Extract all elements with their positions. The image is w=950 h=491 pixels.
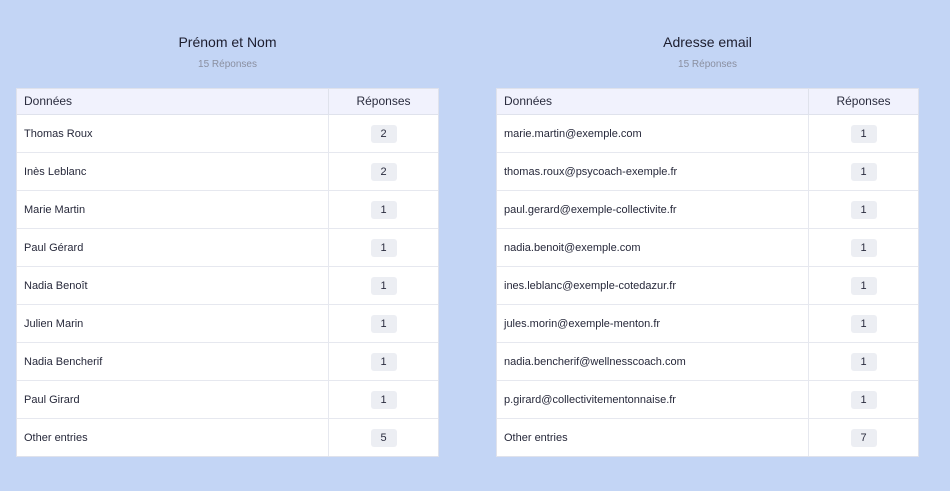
row-label: Paul Gérard (17, 229, 329, 266)
count-badge: 2 (370, 162, 397, 181)
row-count-cell: 1 (329, 229, 438, 266)
response-count: 15 Réponses (678, 59, 737, 70)
row-count-cell: 7 (809, 419, 918, 456)
row-count-cell: 1 (809, 305, 918, 342)
table-header: Données Réponses (497, 89, 918, 115)
count-badge: 1 (370, 276, 397, 295)
row-label: Nadia Bencherif (17, 343, 329, 380)
row-label: Other entries (497, 419, 809, 456)
row-count-cell: 1 (329, 381, 438, 418)
table-body: Thomas Roux 2 Inès Leblanc 2 Marie Martin 1 Pa… (17, 115, 438, 456)
names-table: Données Réponses Thomas Roux 2 Inès Leblan… (16, 88, 439, 457)
count-badge: 1 (850, 162, 877, 181)
count-badge: 1 (850, 390, 877, 409)
row-count-cell: 2 (329, 115, 438, 152)
table-row[interactable]: Other entries 5 (17, 419, 438, 456)
count-badge: 7 (850, 428, 877, 447)
row-count-cell: 1 (809, 191, 918, 228)
row-label: paul.gerard@exemple-collectivite.fr (497, 191, 809, 228)
count-badge: 1 (850, 200, 877, 219)
emails-table: Données Réponses marie.martin@exemple.co… (496, 88, 919, 457)
row-label: p.girard@collectivitementonnaise.fr (497, 381, 809, 418)
row-label: nadia.benoit@exemple.com (497, 229, 809, 266)
table-row[interactable]: marie.martin@exemple.com 1 (497, 115, 918, 153)
count-badge: 1 (370, 238, 397, 257)
row-count-cell: 1 (809, 343, 918, 380)
row-label: Other entries (17, 419, 329, 456)
table-row[interactable]: p.girard@collectivitementonnaise.fr 1 (497, 381, 918, 419)
table-row[interactable]: Paul Girard 1 (17, 381, 438, 419)
row-label: thomas.roux@psycoach-exemple.fr (497, 153, 809, 190)
table-row[interactable]: nadia.bencherif@wellnesscoach.com 1 (497, 343, 918, 381)
row-count-cell: 1 (329, 191, 438, 228)
count-badge: 1 (370, 200, 397, 219)
row-count-cell: 1 (809, 381, 918, 418)
row-label: marie.martin@exemple.com (497, 115, 809, 152)
table-row[interactable]: paul.gerard@exemple-collectivite.fr 1 (497, 191, 918, 229)
row-count-cell: 5 (329, 419, 438, 456)
row-label: Thomas Roux (17, 115, 329, 152)
table-row[interactable]: Nadia Bencherif 1 (17, 343, 438, 381)
count-badge: 2 (370, 124, 397, 143)
row-label: nadia.bencherif@wellnesscoach.com (497, 343, 809, 380)
table-row[interactable]: Marie Martin 1 (17, 191, 438, 229)
count-badge: 1 (850, 314, 877, 333)
row-count-cell: 1 (329, 267, 438, 304)
count-badge: 1 (850, 238, 877, 257)
table-body: marie.martin@exemple.com 1 thomas.roux@psy… (497, 115, 918, 456)
table-row[interactable]: Paul Gérard 1 (17, 229, 438, 267)
table-header: Données Réponses (17, 89, 438, 115)
column-header-data[interactable]: Données (17, 89, 329, 114)
count-badge: 1 (370, 314, 397, 333)
table-row[interactable]: ines.leblanc@exemple-cotedazur.fr 1 (497, 267, 918, 305)
panel-title: Adresse email (663, 34, 752, 50)
row-count-cell: 1 (809, 267, 918, 304)
row-label: ines.leblanc@exemple-cotedazur.fr (497, 267, 809, 304)
count-badge: 5 (370, 428, 397, 447)
count-badge: 1 (850, 352, 877, 371)
response-count: 15 Réponses (198, 59, 257, 70)
row-label: Paul Girard (17, 381, 329, 418)
count-badge: 1 (370, 352, 397, 371)
table-row[interactable]: Inès Leblanc 2 (17, 153, 438, 191)
table-row[interactable]: thomas.roux@psycoach-exemple.fr 1 (497, 153, 918, 191)
count-badge: 1 (370, 390, 397, 409)
row-count-cell: 1 (329, 305, 438, 342)
table-row[interactable]: nadia.benoit@exemple.com 1 (497, 229, 918, 267)
column-header-data[interactable]: Données (497, 89, 809, 114)
table-row[interactable]: Nadia Benoît 1 (17, 267, 438, 305)
column-header-responses[interactable]: Réponses (809, 89, 918, 114)
row-count-cell: 1 (809, 115, 918, 152)
table-row[interactable]: Julien Marin 1 (17, 305, 438, 343)
row-count-cell: 1 (809, 153, 918, 190)
row-label: jules.morin@exemple-menton.fr (497, 305, 809, 342)
row-label: Inès Leblanc (17, 153, 329, 190)
row-count-cell: 1 (809, 229, 918, 266)
row-count-cell: 1 (329, 343, 438, 380)
row-label: Nadia Benoît (17, 267, 329, 304)
table-row[interactable]: Thomas Roux 2 (17, 115, 438, 153)
count-badge: 1 (850, 276, 877, 295)
row-label: Marie Martin (17, 191, 329, 228)
count-badge: 1 (850, 124, 877, 143)
panel-title: Prénom et Nom (178, 34, 277, 50)
table-row[interactable]: Other entries 7 (497, 419, 918, 456)
table-row[interactable]: jules.morin@exemple-menton.fr 1 (497, 305, 918, 343)
column-header-responses[interactable]: Réponses (329, 89, 438, 114)
row-count-cell: 2 (329, 153, 438, 190)
row-label: Julien Marin (17, 305, 329, 342)
